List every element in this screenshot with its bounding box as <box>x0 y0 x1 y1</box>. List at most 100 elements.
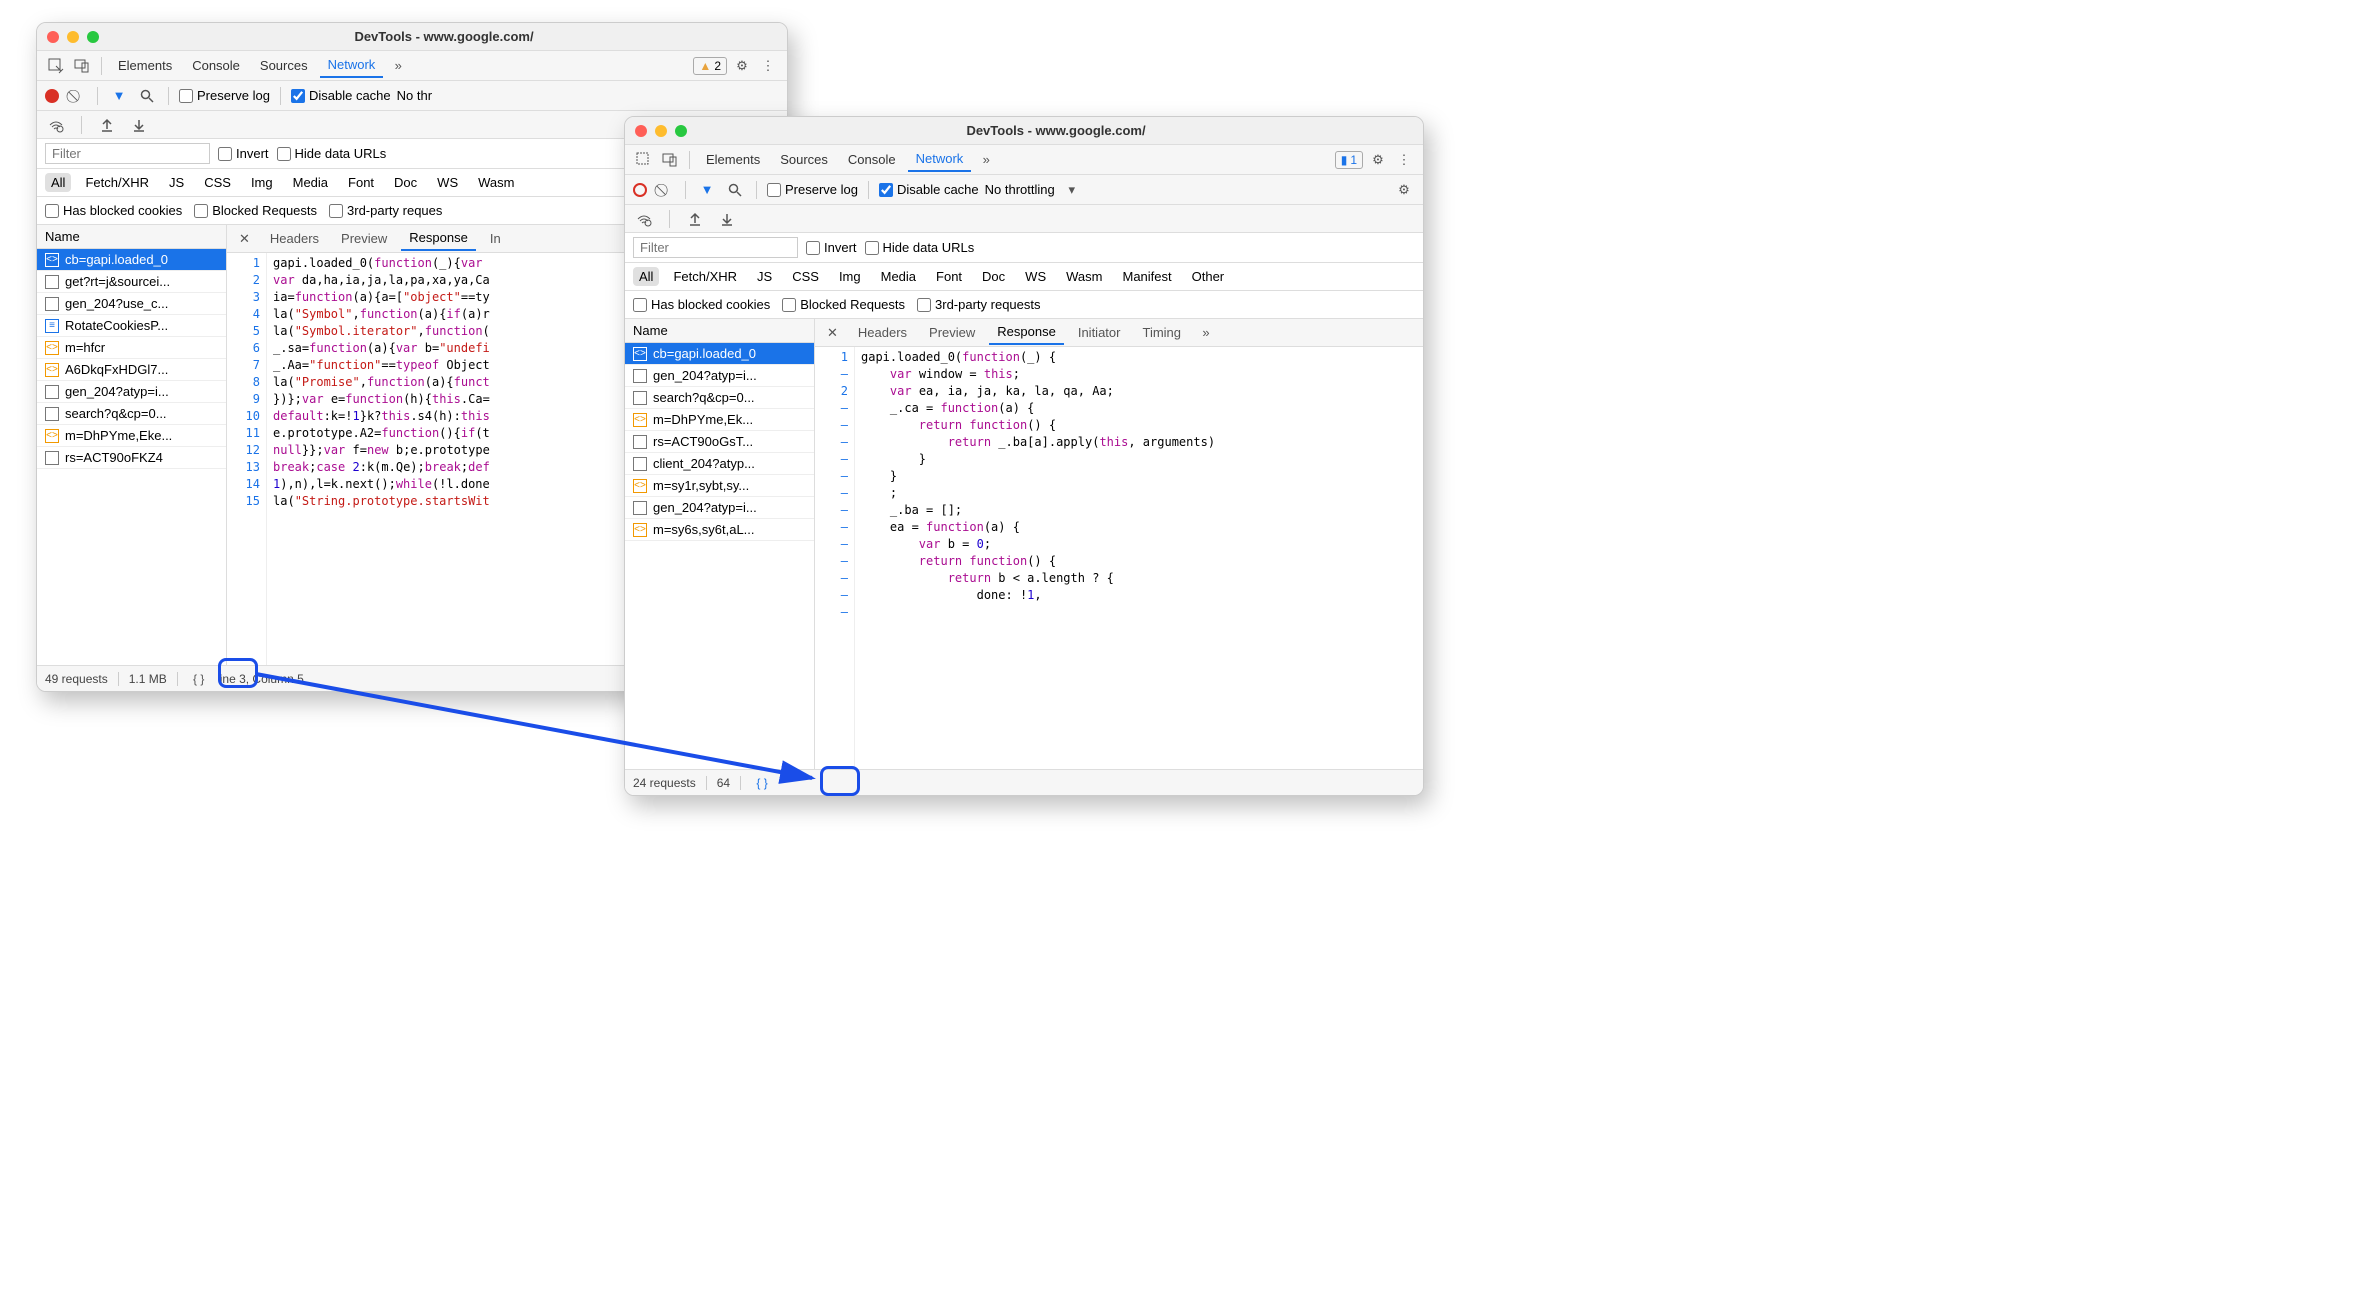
device-toggle-icon[interactable] <box>71 55 93 77</box>
clear-icon[interactable]: ⃠ <box>653 179 675 201</box>
tab-elements[interactable]: Elements <box>110 54 180 77</box>
filter-input[interactable] <box>45 143 210 164</box>
record-button[interactable] <box>45 89 59 103</box>
request-row[interactable]: <>m=sy6s,sy6t,aL... <box>625 519 814 541</box>
network-conditions-icon[interactable] <box>633 208 655 230</box>
code-body[interactable]: gapi.loaded_0(function(_) { var window =… <box>855 347 1423 769</box>
more-dtabs-icon[interactable]: » <box>1195 322 1217 344</box>
kebab-menu-icon[interactable]: ⋮ <box>1393 149 1415 171</box>
type-font[interactable]: Font <box>930 267 968 286</box>
disable-cache-checkbox[interactable]: Disable cache <box>879 182 979 197</box>
dtab-preview[interactable]: Preview <box>921 321 983 344</box>
dtab-initiator[interactable]: In <box>482 227 509 250</box>
settings-gear-icon[interactable]: ⚙ <box>1367 149 1389 171</box>
dtab-initiator[interactable]: Initiator <box>1070 321 1129 344</box>
name-column-header[interactable]: Name <box>625 319 814 343</box>
dtab-response[interactable]: Response <box>989 320 1064 345</box>
request-row[interactable]: rs=ACT90oGsT... <box>625 431 814 453</box>
filter-toggle-icon[interactable]: ▼ <box>108 85 130 107</box>
more-tabs-icon[interactable]: » <box>975 149 997 171</box>
traffic-lights[interactable] <box>635 125 687 137</box>
pretty-print-icon[interactable]: { } <box>188 668 210 690</box>
type-doc[interactable]: Doc <box>976 267 1011 286</box>
download-har-icon[interactable] <box>128 114 150 136</box>
type-doc[interactable]: Doc <box>388 173 423 192</box>
type-fetch[interactable]: Fetch/XHR <box>79 173 155 192</box>
type-fetch[interactable]: Fetch/XHR <box>667 267 743 286</box>
request-row[interactable]: rs=ACT90oFKZ4 <box>37 447 226 469</box>
request-row[interactable]: ≡RotateCookiesP... <box>37 315 226 337</box>
dtab-headers[interactable]: Headers <box>262 227 327 250</box>
has-blocked-cookies-checkbox[interactable]: Has blocked cookies <box>45 203 182 218</box>
request-row[interactable]: <>cb=gapi.loaded_0 <box>625 343 814 365</box>
close-icon[interactable] <box>47 31 59 43</box>
request-row[interactable]: gen_204?atyp=i... <box>625 365 814 387</box>
record-button[interactable] <box>633 183 647 197</box>
filter-toggle-icon[interactable]: ▼ <box>696 179 718 201</box>
tab-console[interactable]: Console <box>840 148 904 171</box>
invert-checkbox[interactable]: Invert <box>218 146 269 161</box>
type-wasm[interactable]: Wasm <box>1060 267 1108 286</box>
dtab-response[interactable]: Response <box>401 226 476 251</box>
search-icon[interactable] <box>724 179 746 201</box>
close-detail-icon[interactable]: ✕ <box>233 231 256 247</box>
type-ws[interactable]: WS <box>431 173 464 192</box>
blocked-requests-checkbox[interactable]: Blocked Requests <box>782 297 905 312</box>
type-other[interactable]: Other <box>1186 267 1231 286</box>
chevron-down-icon[interactable]: ▾ <box>1061 179 1083 201</box>
traffic-lights[interactable] <box>47 31 99 43</box>
dtab-preview[interactable]: Preview <box>333 227 395 250</box>
third-party-checkbox[interactable]: 3rd-party reques <box>329 203 442 218</box>
tab-network[interactable]: Network <box>908 147 972 172</box>
preserve-log-checkbox[interactable]: Preserve log <box>767 182 858 197</box>
type-css[interactable]: CSS <box>786 267 825 286</box>
request-row[interactable]: <>cb=gapi.loaded_0 <box>37 249 226 271</box>
type-js[interactable]: JS <box>751 267 778 286</box>
messages-badge[interactable]: ▮1 <box>1335 151 1363 169</box>
minimize-icon[interactable] <box>67 31 79 43</box>
tab-console[interactable]: Console <box>184 54 248 77</box>
request-row[interactable]: <>A6DkqFxHDGl7... <box>37 359 226 381</box>
type-manifest[interactable]: Manifest <box>1116 267 1177 286</box>
throttling-select[interactable]: No throttling <box>985 182 1055 197</box>
disable-cache-checkbox[interactable]: Disable cache <box>291 88 391 103</box>
third-party-checkbox[interactable]: 3rd-party requests <box>917 297 1041 312</box>
tab-sources[interactable]: Sources <box>772 148 836 171</box>
request-row[interactable]: search?q&cp=0... <box>37 403 226 425</box>
settings-gear-icon[interactable]: ⚙ <box>731 55 753 77</box>
more-tabs-icon[interactable]: » <box>387 55 409 77</box>
type-ws[interactable]: WS <box>1019 267 1052 286</box>
network-conditions-icon[interactable] <box>45 114 67 136</box>
filter-input[interactable] <box>633 237 798 258</box>
request-row[interactable]: <>m=sy1r,sybt,sy... <box>625 475 814 497</box>
dtab-timing[interactable]: Timing <box>1134 321 1189 344</box>
close-icon[interactable] <box>635 125 647 137</box>
kebab-menu-icon[interactable]: ⋮ <box>757 55 779 77</box>
request-row[interactable]: <>m=DhPYme,Eke... <box>37 425 226 447</box>
request-row[interactable]: gen_204?use_c... <box>37 293 226 315</box>
upload-har-icon[interactable] <box>96 114 118 136</box>
type-media[interactable]: Media <box>875 267 922 286</box>
request-row[interactable]: gen_204?atyp=i... <box>625 497 814 519</box>
hide-data-urls-checkbox[interactable]: Hide data URLs <box>277 146 387 161</box>
upload-har-icon[interactable] <box>684 208 706 230</box>
blocked-requests-checkbox[interactable]: Blocked Requests <box>194 203 317 218</box>
download-har-icon[interactable] <box>716 208 738 230</box>
dtab-headers[interactable]: Headers <box>850 321 915 344</box>
name-column-header[interactable]: Name <box>37 225 226 249</box>
search-icon[interactable] <box>136 85 158 107</box>
preserve-log-checkbox[interactable]: Preserve log <box>179 88 270 103</box>
type-js[interactable]: JS <box>163 173 190 192</box>
request-row[interactable]: gen_204?atyp=i... <box>37 381 226 403</box>
request-row[interactable]: client_204?atyp... <box>625 453 814 475</box>
close-detail-icon[interactable]: ✕ <box>821 325 844 341</box>
hide-data-urls-checkbox[interactable]: Hide data URLs <box>865 240 975 255</box>
type-wasm[interactable]: Wasm <box>472 173 520 192</box>
type-all[interactable]: All <box>45 173 71 192</box>
throttling-select[interactable]: No thr <box>397 88 432 103</box>
request-row[interactable]: search?q&cp=0... <box>625 387 814 409</box>
tab-sources[interactable]: Sources <box>252 54 316 77</box>
inspect-icon[interactable] <box>633 149 655 171</box>
zoom-icon[interactable] <box>87 31 99 43</box>
invert-checkbox[interactable]: Invert <box>806 240 857 255</box>
